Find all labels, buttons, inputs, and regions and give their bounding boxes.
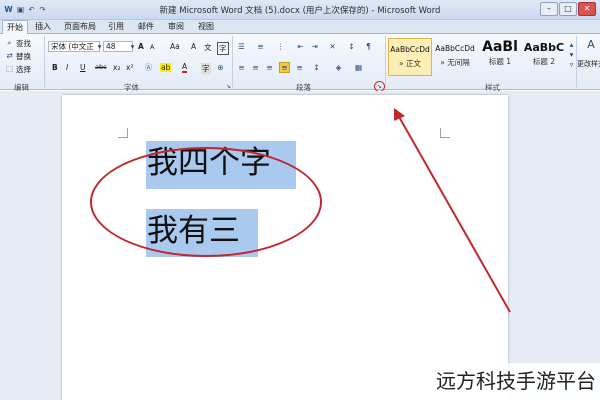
annotation-arrow	[394, 108, 511, 313]
watermark: 远方科技手游平台	[364, 363, 600, 400]
